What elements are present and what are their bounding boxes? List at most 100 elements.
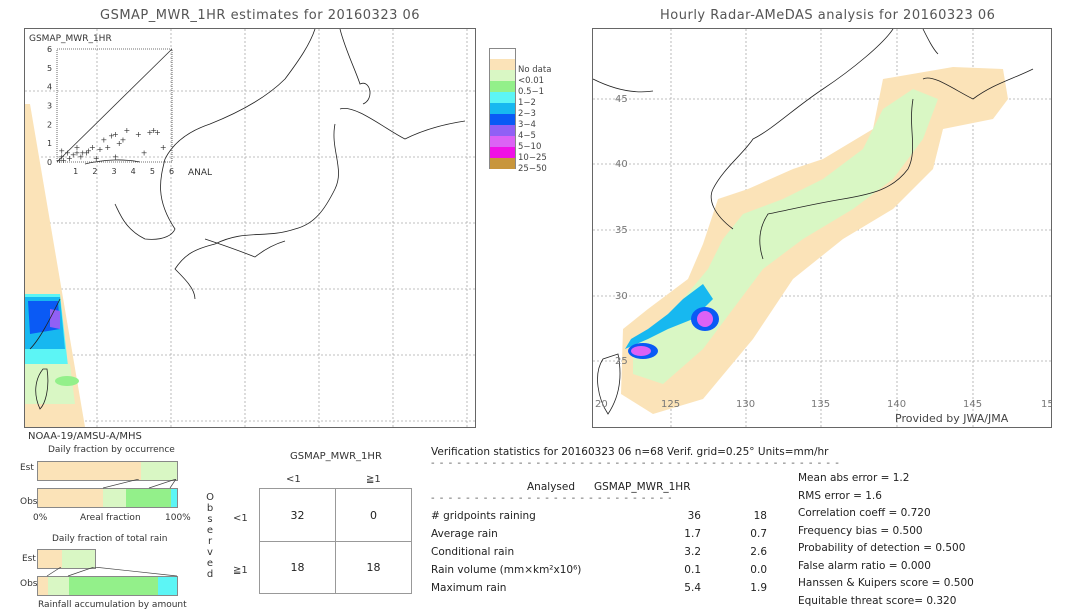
inset-x-tick: 3 [112, 167, 117, 176]
contingency-row-ge1: ≧1 [233, 565, 248, 576]
scatter-point: + [104, 143, 111, 152]
legend-item: <0.01 [489, 70, 599, 86]
rain-purple-area [50, 309, 60, 329]
bar-segment [38, 550, 62, 568]
legend-swatch [489, 92, 516, 103]
inset-x-tick: 2 [92, 167, 97, 176]
total-rain-footer: Rainfall accumulation by amount [38, 600, 187, 610]
data-credit: Provided by JWA/JMA [895, 412, 1009, 425]
contingency-cell-false-alarm: 0 [370, 509, 377, 522]
left-map-grid [25, 29, 475, 427]
scatter-point: + [135, 130, 142, 139]
latitude-labels: 45 40 35 30 25 20 [595, 94, 628, 410]
observed-letter: b [206, 503, 214, 514]
observed-letter: O [206, 492, 214, 503]
stat-analysed-value: 5.4 [684, 582, 701, 594]
latitude-label: 35 [615, 225, 628, 236]
scatter-point: + [112, 130, 119, 139]
total-rain-obs-label: Obs [20, 579, 38, 589]
scatter-point: + [93, 154, 100, 163]
legend-swatch [489, 103, 516, 114]
longitude-labels: 125 130 135 140 145 15 [661, 399, 1051, 410]
inset-ylabel: GSMAP_MWR_1HR [29, 34, 112, 44]
occurrence-title: Daily fraction by occurrence [48, 445, 175, 455]
legend-item: 4−5 [489, 125, 599, 141]
stat-label: # gridpoints raining [431, 510, 536, 522]
total-rain-obs-bar [37, 576, 178, 596]
table-divider: - - - - - - - - - - - - - - - - - - - - … [431, 493, 671, 504]
longitude-label: 125 [661, 399, 680, 410]
inset-x-tick: 4 [131, 167, 136, 176]
stat-label: Rain volume (mm×km²x10⁶) [431, 564, 582, 576]
legend-swatch [489, 147, 516, 158]
color-legend: No data <0.01 0.5−1 1−2 2−3 3−4 4−5 5−10 10−25 25… [489, 48, 599, 178]
stat-gsmap-value: 18 [753, 510, 767, 522]
bar-segment [125, 489, 172, 507]
bar-segment [38, 577, 48, 595]
legend-swatch [489, 81, 516, 92]
right-map-svg: 45 40 35 30 25 20 125 130 135 140 145 15 Provided … [593, 29, 1051, 427]
longitude-label: 135 [811, 399, 830, 410]
stat-analysed-value: 3.2 [684, 546, 701, 558]
stat-analysed-value: 1.7 [684, 528, 701, 540]
scatter-point: + [120, 135, 127, 144]
legend-swatch [489, 158, 516, 169]
inset-xlabel: ANAL [188, 168, 212, 178]
scatter-point: + [124, 126, 131, 135]
bar-segment [140, 462, 177, 480]
stat-gsmap-value: 2.6 [750, 546, 767, 558]
coastlines [29, 29, 466, 410]
inset-y-tick: 4 [47, 83, 52, 92]
scatter-point: + [89, 143, 96, 152]
radar-intense-rain-1 [631, 346, 651, 356]
legend-swatch [489, 136, 516, 147]
inset-y-tick: 5 [47, 64, 52, 73]
inset-scatter-points: +++++++++++++++++++++ + ++++++++ [56, 126, 166, 165]
total-rain-est-inner [37, 549, 96, 569]
observed-letter: v [207, 547, 213, 558]
observed-letter: s [207, 514, 213, 525]
inset-y-tick: 6 [47, 45, 52, 54]
scatter-point: + [160, 143, 167, 152]
contingency-cell-hit-none: 32 [290, 509, 305, 522]
occurrence-connectors [102, 479, 177, 489]
legend-swatch [489, 70, 516, 81]
stat-row: # gridpoints raining 36 18 [431, 510, 771, 524]
stat-row: Maximum rain 5.4 1.9 [431, 582, 771, 596]
score-line: Equitable threat score= 0.320 [798, 594, 957, 607]
bar-segment [38, 462, 141, 480]
score-line: Mean abs error = 1.2 [798, 472, 910, 484]
observed-letter: d [206, 569, 214, 580]
total-rain-est-bar [37, 549, 176, 569]
contingency-cell-miss: 18 [290, 561, 305, 574]
stat-gsmap-value: 0.0 [750, 564, 767, 576]
bar-segment [103, 489, 126, 507]
legend-item: 10−25 [489, 147, 599, 163]
observed-letter: e [206, 558, 214, 569]
scatter-point: + [141, 149, 148, 158]
stat-row: Average rain 1.7 0.7 [431, 528, 771, 542]
scatter-point: + [58, 147, 65, 156]
inset-y-ticks: 0 1 2 3 4 5 6 [47, 45, 52, 167]
longitude-label: 15 [1041, 399, 1051, 410]
longitude-label: 145 [963, 399, 982, 410]
legend-item: 0.5−1 [489, 81, 599, 97]
stat-row: Conditional rain 3.2 2.6 [431, 546, 771, 560]
total-rain-connectors [46, 567, 178, 577]
occurrence-obs-label: Obs [20, 497, 38, 507]
occurrence-axis-label: Areal fraction [80, 513, 141, 523]
bar-segment [157, 577, 177, 595]
radar-light-rain [633, 89, 938, 384]
occurrence-est-bar [37, 461, 178, 481]
score-line: Frequency bias = 0.500 [798, 524, 923, 537]
occurrence-obs-bar [37, 488, 178, 508]
score-line: Hanssen & Kuipers score = 0.500 [798, 577, 974, 589]
legend-item: 25−50 [489, 158, 599, 174]
contingency-col-lt1: <1 [286, 474, 301, 485]
contingency-header: GSMAP_MWR_1HR [290, 451, 382, 462]
observed-letter: e [206, 525, 214, 536]
stat-analysed-value: 0.1 [684, 564, 701, 576]
legend-label: 25−50 [518, 164, 547, 174]
col-analysed-header: Analysed [527, 481, 575, 493]
right-map-panel: 45 40 35 30 25 20 125 130 135 140 145 15 Provided … [592, 28, 1052, 428]
